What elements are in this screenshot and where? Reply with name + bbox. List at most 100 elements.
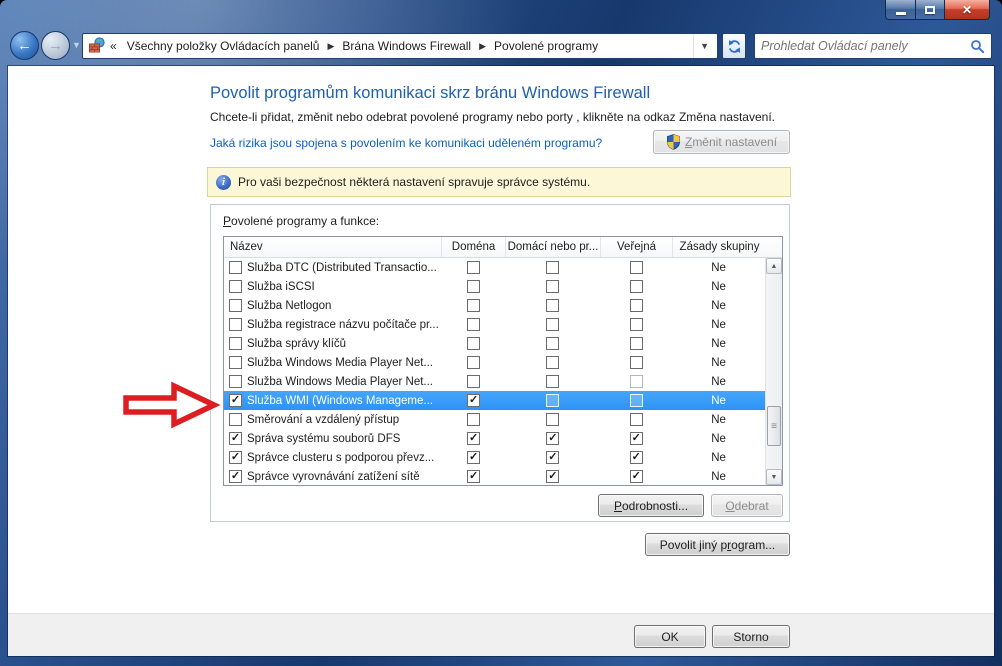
checkbox[interactable] (467, 375, 480, 388)
checkbox[interactable] (546, 356, 559, 369)
column-header-domain[interactable]: Doména (442, 237, 506, 257)
recent-pages-chevron-icon[interactable]: ▼ (72, 40, 81, 50)
search-icon[interactable] (970, 39, 985, 54)
checkbox[interactable] (630, 413, 643, 426)
breadcrumb-overflow-chevrons[interactable]: « (107, 39, 120, 53)
info-icon: i (216, 175, 231, 190)
vertical-scrollbar[interactable]: ▲ ≡ ▼ (765, 258, 782, 485)
checkbox[interactable] (229, 413, 242, 426)
group-policy-value: Ne (711, 338, 726, 350)
checkbox[interactable]: ✓ (467, 394, 480, 407)
checkbox[interactable] (467, 318, 480, 331)
checkbox[interactable] (546, 375, 559, 388)
checkbox[interactable]: ✓ (630, 432, 643, 445)
ok-button[interactable]: OK (634, 625, 706, 648)
maximize-button[interactable] (915, 0, 944, 20)
checkbox[interactable] (630, 375, 643, 388)
allow-other-program-button[interactable]: Povolit jiný program... (645, 533, 790, 556)
cancel-button[interactable]: Storno (712, 625, 790, 648)
maximize-icon (925, 6, 935, 14)
checkbox[interactable] (546, 299, 559, 312)
checkbox[interactable] (546, 413, 559, 426)
breadcrumb-item-firewall[interactable]: Brána Windows Firewall (335, 34, 478, 58)
scrollbar-thumb[interactable]: ≡ (767, 406, 781, 446)
checkbox[interactable] (467, 356, 480, 369)
checkbox[interactable] (630, 299, 643, 312)
program-row[interactable]: Služba správy klíčůNe (224, 334, 765, 353)
program-row[interactable]: Směrování a vzdálený přístupNe (224, 410, 765, 429)
checkbox[interactable] (229, 356, 242, 369)
page-title: Povolit programům komunikaci skrz bránu … (210, 84, 650, 103)
program-row[interactable]: Služba NetlogonNe (224, 296, 765, 315)
group-policy-value: Ne (711, 281, 726, 293)
forward-button[interactable]: → (41, 31, 70, 60)
checkbox[interactable] (467, 261, 480, 274)
program-row[interactable]: ✓Správa systému souborů DFS✓✓✓Ne (224, 429, 765, 448)
scroll-up-button[interactable]: ▲ (766, 258, 782, 274)
checkbox[interactable] (630, 318, 643, 331)
checkbox[interactable]: ✓ (467, 432, 480, 445)
program-row[interactable]: ✓Správce clusteru s podporou převz...✓✓✓… (224, 448, 765, 467)
checkbox[interactable]: ✓ (546, 451, 559, 464)
checkbox[interactable] (467, 337, 480, 350)
checkbox[interactable] (630, 337, 643, 350)
checkbox[interactable] (546, 337, 559, 350)
checkbox[interactable] (630, 356, 643, 369)
breadcrumb-item-control-panel[interactable]: Všechny položky Ovládacích panelů (120, 34, 327, 58)
scroll-down-button[interactable]: ▼ (766, 469, 782, 485)
program-name: Správa systému souborů DFS (247, 433, 400, 445)
checkbox[interactable] (546, 394, 559, 407)
column-header-name[interactable]: Název (224, 237, 442, 257)
checkbox[interactable] (229, 261, 242, 274)
checkbox[interactable]: ✓ (546, 432, 559, 445)
checkbox[interactable] (546, 318, 559, 331)
search-input[interactable] (761, 39, 970, 53)
checkbox[interactable]: ✓ (630, 470, 643, 483)
checkbox[interactable]: ✓ (630, 451, 643, 464)
change-settings-button[interactable]: Změnit nastavení (653, 130, 790, 154)
checkbox[interactable]: ✓ (467, 470, 480, 483)
checkbox[interactable]: ✓ (467, 451, 480, 464)
checkbox[interactable] (467, 299, 480, 312)
checkbox[interactable] (229, 337, 242, 350)
checkbox[interactable] (630, 261, 643, 274)
checkbox[interactable] (630, 280, 643, 293)
checkbox[interactable] (229, 280, 242, 293)
checkbox[interactable]: ✓ (229, 394, 242, 407)
checkbox[interactable] (229, 375, 242, 388)
checkbox[interactable]: ✓ (229, 470, 242, 483)
program-row[interactable]: ✓Služba WMI (Windows Manageme...✓Ne (224, 391, 765, 410)
program-row[interactable]: Služba DTC (Distributed Transactio...Ne (224, 258, 765, 277)
breadcrumb-separator-icon: ▶ (326, 41, 335, 52)
breadcrumb-item-allowed-programs[interactable]: Povolené programy (487, 34, 605, 58)
checkbox[interactable]: ✓ (546, 470, 559, 483)
page-description: Chcete-li přidat, změnit nebo odebrat po… (210, 110, 775, 124)
close-button[interactable]: ✕ (944, 0, 990, 20)
program-row[interactable]: ✓Správce vyrovnávání zatížení sítě✓✓✓Ne (224, 467, 765, 486)
checkbox[interactable] (467, 280, 480, 293)
checkbox[interactable] (229, 318, 242, 331)
details-button[interactable]: Podrobnosti... (598, 494, 704, 517)
program-row[interactable]: Služba registrace názvu počítače pr...Ne (224, 315, 765, 334)
address-dropdown-icon[interactable]: ▼ (693, 34, 715, 58)
program-row[interactable]: Služba iSCSINe (224, 277, 765, 296)
checkbox[interactable] (467, 413, 480, 426)
program-list: Název Doména Domácí nebo pr... Veřejná Z… (223, 236, 783, 486)
checkbox[interactable] (630, 394, 643, 407)
back-button[interactable]: ← (10, 31, 39, 60)
checkbox[interactable] (546, 261, 559, 274)
minimize-button[interactable] (885, 0, 915, 20)
checkbox[interactable]: ✓ (229, 451, 242, 464)
risk-help-link[interactable]: Jaká rizika jsou spojena s povolením ke … (210, 136, 602, 150)
list-label: Povolené programy a funkce: (223, 214, 379, 228)
checkbox[interactable] (546, 280, 559, 293)
program-row[interactable]: Služba Windows Media Player Net...Ne (224, 353, 765, 372)
checkbox[interactable] (229, 299, 242, 312)
checkbox[interactable]: ✓ (229, 432, 242, 445)
refresh-button[interactable] (722, 33, 746, 59)
column-header-public[interactable]: Veřejná (601, 237, 673, 257)
column-header-group-policy[interactable]: Zásady skupiny (673, 237, 766, 257)
remove-button[interactable]: Odebrat (711, 494, 783, 517)
column-header-home[interactable]: Domácí nebo pr... (506, 237, 601, 257)
program-row[interactable]: Služba Windows Media Player Net...Ne (224, 372, 765, 391)
